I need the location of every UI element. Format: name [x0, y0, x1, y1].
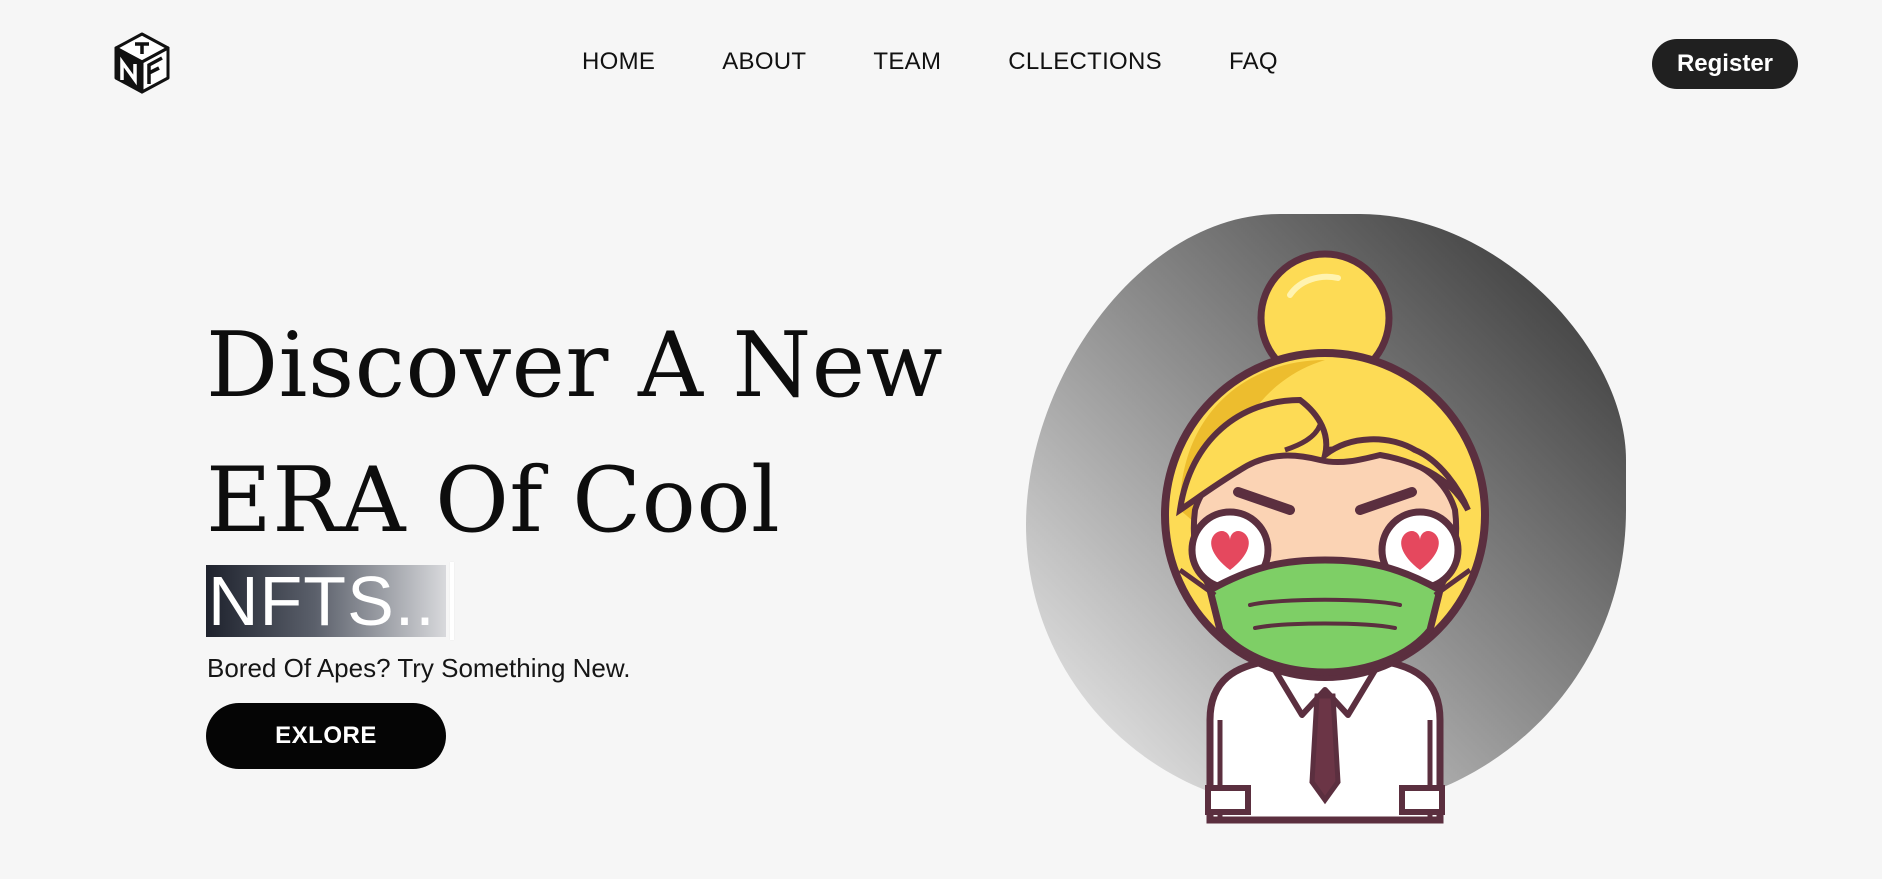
hero-title-line-2: ERA Of Cool — [206, 448, 781, 553]
register-button[interactable]: Register — [1652, 39, 1798, 89]
nfts-highlight-text: NFTS.. — [206, 565, 446, 637]
hero-title-line-1: Discover A New — [206, 313, 944, 418]
masked-character-illustration — [1026, 214, 1626, 824]
nav-team-link[interactable]: TEAM — [873, 48, 941, 76]
nav-collections-link[interactable]: CLLECTIONS — [1008, 48, 1162, 76]
nav-about-link[interactable]: ABOUT — [722, 48, 806, 76]
hero-subtitle: Bored Of Apes? Try Something New. — [207, 653, 631, 683]
main-nav: HOME ABOUT TEAM CLLECTIONS FAQ — [582, 48, 1278, 76]
explore-button[interactable]: EXLORE — [206, 703, 446, 769]
typing-caret — [449, 562, 454, 640]
nav-home-link[interactable]: HOME — [582, 48, 655, 76]
page: HOME ABOUT TEAM CLLECTIONS FAQ Register … — [0, 0, 1882, 879]
typing-highlight: NFTS.. — [206, 562, 454, 640]
nav-faq-link[interactable]: FAQ — [1229, 48, 1278, 76]
cube-logo-icon[interactable] — [113, 32, 171, 94]
hero-title: Discover A New ERA Of Cool — [206, 298, 966, 568]
